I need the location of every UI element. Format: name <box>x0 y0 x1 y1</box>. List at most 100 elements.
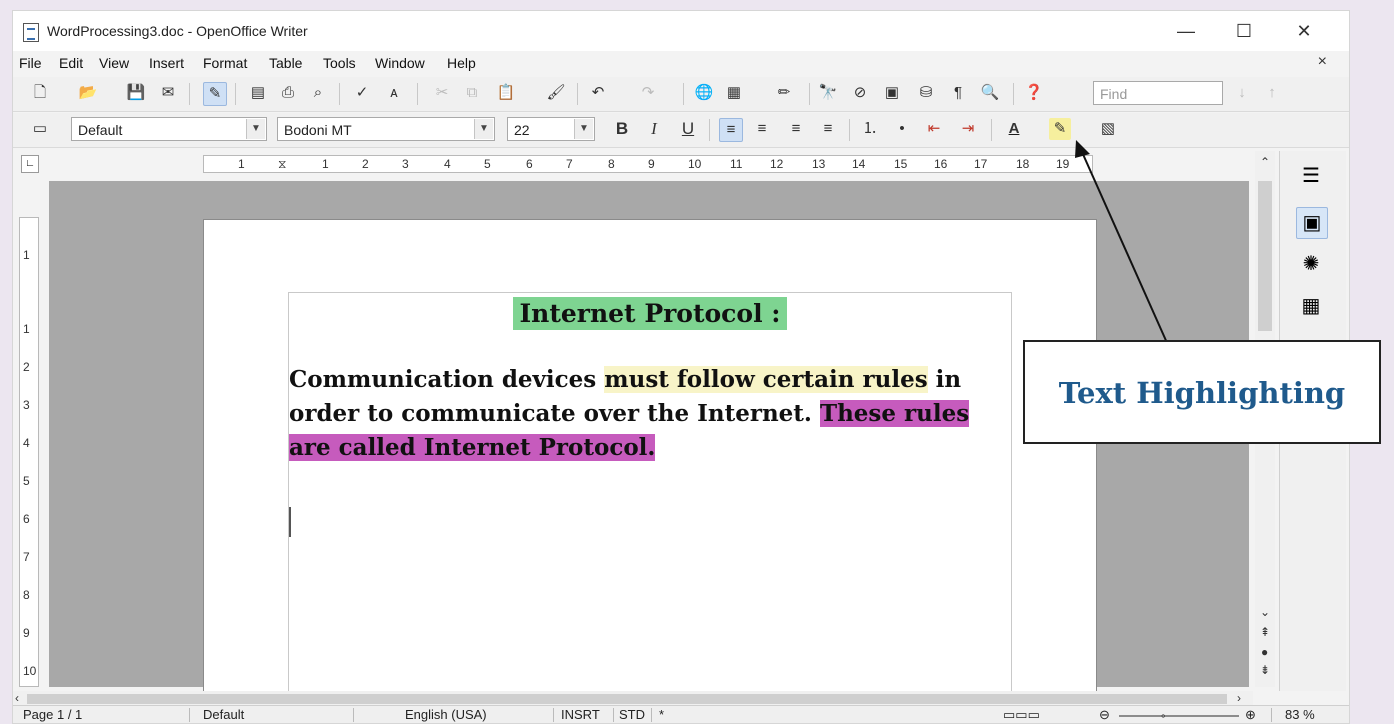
previous-page-icon[interactable]: ⇞ <box>1260 625 1270 639</box>
font-color-icon[interactable]: A <box>1003 118 1025 140</box>
scroll-up-icon[interactable]: ⌃ <box>1260 155 1270 169</box>
align-center-icon[interactable]: ≡ <box>751 118 773 140</box>
language[interactable]: English (USA) <box>405 707 487 722</box>
menu-help[interactable]: Help <box>447 55 476 71</box>
new-icon[interactable]: 🗋 <box>29 82 51 104</box>
open-icon[interactable]: 📂 <box>77 82 99 104</box>
ruler-mark: 19 <box>1056 157 1070 171</box>
pdf-icon[interactable]: ▤ <box>247 82 269 104</box>
styles-formatting-icon[interactable]: ▭ <box>29 118 51 140</box>
email-icon[interactable]: ✉ <box>157 82 179 104</box>
nonprinting-chars-icon[interactable]: ¶ <box>947 82 969 104</box>
gallery-icon[interactable]: ▦ <box>1296 291 1326 321</box>
maximize-button[interactable]: ☐ <box>1219 17 1269 45</box>
minimize-button[interactable]: — <box>1161 17 1211 45</box>
hyperlink-icon[interactable]: 🌐 <box>693 82 715 104</box>
selection-mode[interactable]: STD <box>619 707 645 722</box>
styles-icon[interactable]: ✺ <box>1296 249 1326 279</box>
scroll-down-icon[interactable]: ⌄ <box>1260 605 1270 619</box>
document-modified[interactable]: * <box>659 707 664 722</box>
draw-icon[interactable]: ✏ <box>773 82 795 104</box>
decrease-indent-icon[interactable]: ⇤ <box>923 118 945 140</box>
tab-stop-type-button[interactable]: ∟ <box>21 155 39 173</box>
zoom-out-icon[interactable]: ⊖ <box>1099 707 1110 723</box>
format-paintbrush-icon[interactable]: 🖌 <box>545 82 567 104</box>
underline-button[interactable]: U <box>677 118 699 140</box>
print-preview-icon[interactable]: ⌕ <box>307 82 329 104</box>
next-page-icon[interactable]: ⇟ <box>1260 663 1270 677</box>
indent-marker-icon[interactable]: ⧖ <box>278 157 286 172</box>
document-heading[interactable]: Internet Protocol : <box>513 297 787 330</box>
zoom-in-icon[interactable]: ⊕ <box>1245 707 1256 723</box>
insert-mode[interactable]: INSRT <box>561 707 600 722</box>
align-right-icon[interactable]: ≡ <box>785 118 807 140</box>
chevron-down-icon[interactable]: ▼ <box>574 119 593 139</box>
numbering-icon[interactable]: ⒈ <box>859 118 881 140</box>
ruler-mark: 17 <box>974 157 988 171</box>
menu-insert[interactable]: Insert <box>149 55 184 71</box>
navigator-icon[interactable]: ⊘ <box>849 82 871 104</box>
menu-file[interactable]: File <box>19 55 42 71</box>
find-previous-icon[interactable]: ↑ <box>1261 82 1283 104</box>
font-size-select[interactable]: 22 ▼ <box>507 117 595 141</box>
font-name-select[interactable]: Bodoni MT ▼ <box>277 117 495 141</box>
page-count[interactable]: Page 1 / 1 <box>23 707 82 722</box>
sidebar-menu-icon[interactable]: ☰ <box>1296 161 1326 191</box>
highlighting-icon[interactable]: ✎ <box>1049 118 1071 140</box>
properties-icon[interactable]: ▣ <box>1296 207 1328 239</box>
menu-view[interactable]: View <box>99 55 129 71</box>
document-paragraph[interactable]: Communication devices must follow certai… <box>289 363 1001 465</box>
chevron-down-icon[interactable]: ▼ <box>246 119 265 139</box>
italic-button[interactable]: I <box>643 118 665 140</box>
page-style[interactable]: Default <box>203 707 244 722</box>
edit-mode-icon[interactable]: ✎ <box>203 82 227 106</box>
zoom-slider-handle[interactable]: ◦ <box>1161 708 1166 723</box>
paste-icon[interactable]: 📋 <box>495 82 517 104</box>
menu-table[interactable]: Table <box>269 55 302 71</box>
scroll-thumb[interactable] <box>1258 181 1272 331</box>
bold-button[interactable]: B <box>611 118 633 140</box>
menu-format[interactable]: Format <box>203 55 247 71</box>
close-button[interactable]: ✕ <box>1279 17 1329 45</box>
save-icon[interactable]: 💾 <box>125 82 147 104</box>
chevron-down-icon[interactable]: ▼ <box>474 119 493 139</box>
bullets-icon[interactable]: • <box>891 118 913 140</box>
increase-indent-icon[interactable]: ⇥ <box>957 118 979 140</box>
cut-icon[interactable]: ✂ <box>431 82 453 104</box>
document-page[interactable]: Internet Protocol : Communication device… <box>203 219 1097 714</box>
copy-icon[interactable]: ⧉ <box>461 82 483 104</box>
menu-window[interactable]: Window <box>375 55 425 71</box>
help-icon[interactable]: ❓ <box>1023 82 1045 104</box>
print-icon[interactable]: ⎙ <box>277 82 299 104</box>
gallery-icon[interactable]: ▣ <box>881 82 903 104</box>
menu-edit[interactable]: Edit <box>59 55 83 71</box>
scroll-left-icon[interactable]: ‹ <box>15 691 19 705</box>
redo-icon[interactable]: ↷ <box>637 82 659 104</box>
ruler-mark: 1 <box>238 157 245 171</box>
data-sources-icon[interactable]: ⛁ <box>915 82 937 104</box>
title-bar: WordProcessing3.doc - OpenOffice Writer … <box>13 11 1349 51</box>
menu-tools[interactable]: Tools <box>323 55 356 71</box>
find-replace-icon[interactable]: 🔭 <box>817 82 839 104</box>
find-input[interactable]: Find <box>1093 81 1223 105</box>
horizontal-ruler[interactable]: 1 ⧖ 1 2 3 4 5 6 7 8 9 10 11 12 13 14 15 … <box>203 155 1093 173</box>
scroll-thumb[interactable] <box>27 694 1227 704</box>
table-icon[interactable]: ▦ <box>723 82 745 104</box>
navigation-icon[interactable]: ● <box>1261 645 1268 659</box>
find-next-icon[interactable]: ↓ <box>1231 82 1253 104</box>
autospellcheck-icon[interactable]: ᴀ <box>383 82 405 104</box>
zoom-icon[interactable]: 🔍 <box>979 82 1001 104</box>
paragraph-style-select[interactable]: Default ▼ <box>71 117 267 141</box>
align-left-icon[interactable]: ≡ <box>719 118 743 142</box>
scroll-right-icon[interactable]: › <box>1237 691 1241 705</box>
justify-icon[interactable]: ≡ <box>817 118 839 140</box>
zoom-slider[interactable] <box>1119 715 1239 717</box>
background-color-icon[interactable]: ▧ <box>1097 118 1119 140</box>
text-area[interactable]: Internet Protocol : Communication device… <box>288 292 1012 714</box>
view-layout-icon[interactable]: ▭▭▭ <box>1003 707 1040 723</box>
undo-icon[interactable]: ↶ <box>587 82 609 104</box>
vertical-ruler[interactable]: 1 1 2 3 4 5 6 7 8 9 10 <box>19 217 39 687</box>
zoom-level[interactable]: 83 % <box>1285 707 1315 722</box>
spellcheck-icon[interactable]: ✓ <box>351 82 373 104</box>
close-document-button[interactable]: × <box>1318 53 1327 71</box>
